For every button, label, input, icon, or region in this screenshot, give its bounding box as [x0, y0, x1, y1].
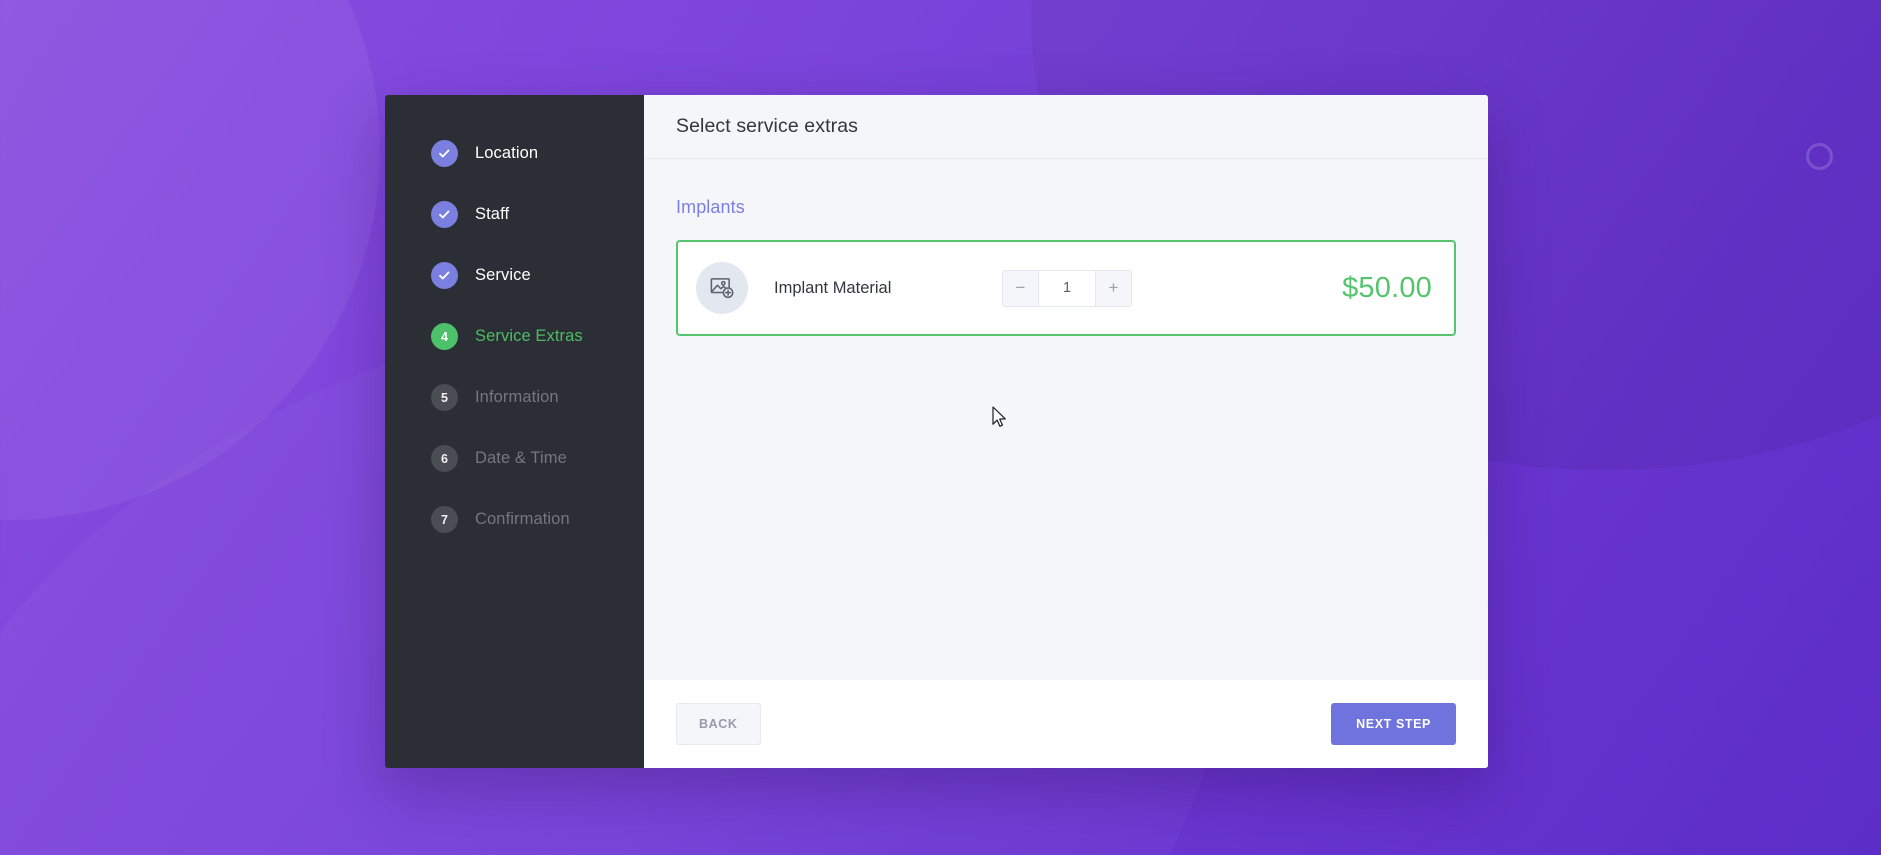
quantity-input[interactable]: 1	[1038, 269, 1096, 307]
panel-body: Implants Implant Material − 1 + $50.00	[644, 159, 1488, 680]
next-step-button[interactable]: NEXT STEP	[1331, 703, 1456, 745]
service-extra-name: Implant Material	[774, 278, 892, 297]
sidebar-item-staff[interactable]: Staff	[385, 184, 644, 245]
check-icon	[431, 201, 458, 228]
panel-footer: BACK NEXT STEP	[644, 680, 1488, 768]
sidebar-item-label: Staff	[475, 205, 510, 223]
sidebar-item-label: Location	[475, 144, 539, 162]
back-button[interactable]: BACK	[676, 703, 761, 745]
sidebar-item-location[interactable]: Location	[385, 123, 644, 184]
main-panel: Select service extras Implants Implant M…	[644, 95, 1488, 768]
check-icon	[431, 262, 458, 289]
steps-sidebar: Location Staff Service 4 Service Extras …	[385, 95, 644, 768]
add-image-icon	[696, 262, 748, 314]
sidebar-item-confirmation[interactable]: 7 Confirmation	[385, 489, 644, 550]
quantity-increase-button[interactable]: +	[1096, 269, 1132, 307]
sidebar-item-label: Confirmation	[475, 510, 570, 528]
page-title: Select service extras	[676, 115, 858, 137]
sidebar-item-label: Service Extras	[475, 327, 583, 345]
sidebar-item-label: Date & Time	[475, 449, 567, 467]
ring-decoration-icon	[1806, 143, 1833, 170]
service-extra-card[interactable]: Implant Material − 1 + $50.00	[676, 240, 1456, 336]
booking-wizard-window: Location Staff Service 4 Service Extras …	[385, 95, 1488, 768]
sidebar-item-service[interactable]: Service	[385, 245, 644, 306]
sidebar-item-service-extras[interactable]: 4 Service Extras	[385, 306, 644, 367]
quantity-decrease-button[interactable]: −	[1002, 269, 1038, 307]
sidebar-item-label: Information	[475, 388, 559, 406]
sidebar-item-label: Service	[475, 266, 531, 284]
sidebar-item-information[interactable]: 5 Information	[385, 367, 644, 428]
step-number-badge: 4	[431, 323, 458, 350]
quantity-stepper[interactable]: − 1 +	[1002, 269, 1132, 307]
step-number-badge: 5	[431, 384, 458, 411]
step-number-badge: 6	[431, 445, 458, 472]
check-icon	[431, 140, 458, 167]
panel-header: Select service extras	[644, 95, 1488, 159]
extras-group-title: Implants	[676, 197, 745, 217]
service-extra-price: $50.00	[1342, 271, 1432, 304]
step-number-badge: 7	[431, 506, 458, 533]
sidebar-item-date-time[interactable]: 6 Date & Time	[385, 428, 644, 489]
